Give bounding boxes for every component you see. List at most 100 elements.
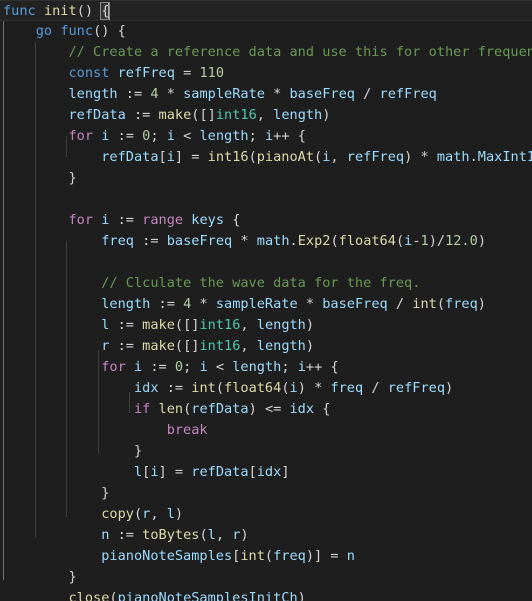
token-punct: ) bbox=[297, 380, 306, 396]
token-function: int bbox=[412, 296, 437, 312]
code-line[interactable]: for i := range keys { bbox=[0, 210, 532, 231]
code-line[interactable]: } bbox=[0, 567, 532, 588]
token-punct: ; bbox=[281, 359, 290, 375]
token-punct: } bbox=[133, 443, 143, 459]
token-number: 4 bbox=[150, 86, 159, 102]
token-punct: = bbox=[330, 548, 339, 564]
code-line[interactable]: // Clculate the wave data for the freq. bbox=[0, 273, 532, 294]
token-variable: l bbox=[207, 527, 216, 543]
token-punct: / bbox=[371, 380, 380, 396]
token-punct: < bbox=[215, 359, 225, 375]
token-variable: length bbox=[256, 338, 306, 354]
token-function: int bbox=[240, 548, 265, 564]
token-variable: baseFreq bbox=[289, 86, 355, 102]
token-number: 110 bbox=[199, 65, 225, 81]
code-line[interactable] bbox=[0, 189, 532, 210]
token-variable: math bbox=[256, 233, 290, 249]
token-keyword: const bbox=[68, 65, 110, 81]
token-function: make bbox=[158, 107, 192, 123]
code-line[interactable] bbox=[0, 252, 532, 273]
code-line[interactable]: go func() { bbox=[0, 21, 532, 42]
code-line[interactable]: // Create a reference data and use this … bbox=[0, 42, 532, 63]
token-punct: { bbox=[330, 359, 339, 375]
token-variable: pianoNoteSamples bbox=[101, 548, 233, 564]
token-punct: ( bbox=[133, 506, 143, 522]
token-keyword: func bbox=[60, 23, 94, 39]
token-function: Exp2 bbox=[297, 233, 331, 249]
code-line[interactable]: } bbox=[0, 483, 532, 504]
code-line[interactable]: } bbox=[0, 441, 532, 462]
code-editor[interactable]: func init() { go func() { // Create a re… bbox=[0, 0, 532, 601]
code-line[interactable]: idx := int(float64(i) * freq / refFreq) bbox=[0, 378, 532, 399]
token-control: for bbox=[68, 212, 94, 228]
token-punct: <= bbox=[264, 401, 282, 417]
token-type: int16 bbox=[199, 338, 241, 354]
token-variable: pianoNoteSamplesInitCh bbox=[117, 590, 298, 601]
code-line[interactable]: const refFreq = 110 bbox=[0, 63, 532, 84]
code-line[interactable]: refData[i] = int16(pianoAt(i, refFreq) *… bbox=[0, 147, 532, 168]
token-punct: { bbox=[297, 128, 306, 144]
code-line[interactable]: l := make([]int16, length) bbox=[0, 315, 532, 336]
code-line[interactable]: for i := 0; i < length; i++ { bbox=[0, 126, 532, 147]
code-line[interactable]: if len(refData) <= idx { bbox=[0, 399, 532, 420]
token-variable: refData bbox=[191, 401, 249, 417]
token-variable: baseFreq bbox=[322, 296, 388, 312]
code-line[interactable]: for i := 0; i < length; i++ { bbox=[0, 357, 532, 378]
token-punct: } bbox=[68, 170, 77, 186]
code-line[interactable]: n := toBytes(l, r) bbox=[0, 525, 532, 546]
token-punct: := bbox=[158, 296, 175, 312]
code-line[interactable]: func init() { bbox=[0, 0, 532, 21]
token-variable: idx bbox=[289, 401, 315, 417]
token-punct: := bbox=[150, 359, 167, 375]
token-punct: * bbox=[240, 233, 249, 249]
token-punct: , bbox=[240, 338, 249, 354]
token-punct: := bbox=[142, 233, 159, 249]
token-variable: MaxInt16 bbox=[477, 149, 532, 165]
token-punct: ( bbox=[281, 380, 290, 396]
code-line[interactable]: close(pianoNoteSamplesInitCh) bbox=[0, 588, 532, 601]
token-type: int16 bbox=[215, 107, 257, 123]
code-line[interactable]: } bbox=[0, 168, 532, 189]
token-punct: ( bbox=[330, 233, 339, 249]
code-line[interactable]: l[i] = refData[idx] bbox=[0, 462, 532, 483]
code-line[interactable]: break bbox=[0, 420, 532, 441]
code-line[interactable]: copy(r, l) bbox=[0, 504, 532, 525]
token-punct: ) bbox=[174, 506, 184, 522]
code-line[interactable]: refData := make([]int16, length) bbox=[0, 105, 532, 126]
token-variable: i bbox=[133, 359, 143, 375]
code-line[interactable]: length := 4 * sampleRate * baseFreq / re… bbox=[0, 84, 532, 105]
token-variable: i bbox=[166, 128, 175, 144]
token-variable: refFreq bbox=[346, 149, 405, 165]
code-line[interactable]: length := 4 * sampleRate * baseFreq / in… bbox=[0, 294, 532, 315]
token-comment: // Create a reference data and use this … bbox=[68, 44, 532, 60]
code-line[interactable]: freq := baseFreq * math.Exp2(float64(i-1… bbox=[0, 231, 532, 252]
token-variable: length bbox=[232, 359, 282, 375]
code-line[interactable]: pianoNoteSamples[int(freq)] = n bbox=[0, 546, 532, 567]
code-line[interactable]: r := make([]int16, length) bbox=[0, 336, 532, 357]
token-punct: ; bbox=[248, 128, 257, 144]
token-variable: freq bbox=[330, 380, 364, 396]
token-function: float64 bbox=[338, 233, 396, 249]
token-punct: ( bbox=[174, 317, 184, 333]
